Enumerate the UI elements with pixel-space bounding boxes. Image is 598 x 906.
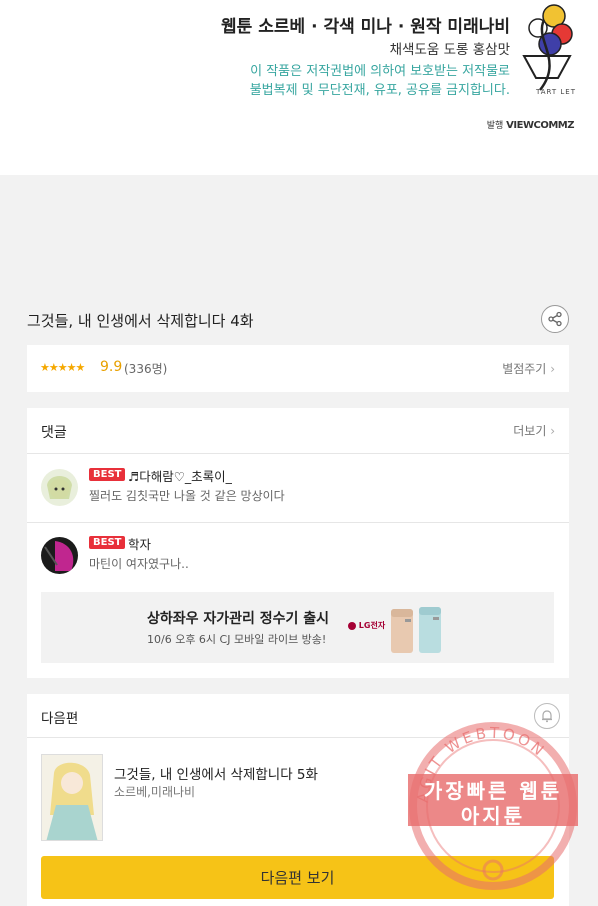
rate-label: 별점주기 [502, 362, 547, 376]
comment-text: 찔러도 김칫국만 나올 것 같은 망상이다 [89, 489, 285, 503]
rating-score: 9.9 [100, 359, 123, 375]
next-episode-header: 다음편 [27, 694, 569, 738]
credits-authors: 웹툰 소르베 · 각색 미나 · 원작 미래나비 [221, 17, 510, 37]
publisher-label: 발행 [486, 121, 504, 131]
comment-nickname: 학자 [128, 537, 152, 552]
comments-card: 댓글 더보기 › BEST ♬다해람♡_초록이_ 찔러도 김칫국만 나올 것 같… [27, 408, 569, 678]
credits-coloring: 채색도움 도롱 홍삼맛 [389, 42, 510, 58]
credits-panel: 웹툰 소르베 · 각색 미나 · 원작 미래나비 채색도움 도롱 홍삼맛 이 작… [0, 0, 598, 175]
watermark-line-2: 아지툰 [460, 804, 526, 828]
ad-title: 상하좌우 자가관리 정수기 출시 [147, 611, 330, 627]
rating-stars: ★★★★★ [40, 361, 85, 374]
more-label: 더보기 [513, 424, 547, 438]
comments-more-button[interactable]: 더보기 › [513, 422, 555, 439]
ad-brand: LG전자 [348, 620, 385, 631]
next-episode-button[interactable]: 다음편 보기 [41, 856, 554, 899]
share-icon [548, 311, 562, 327]
notification-button[interactable] [534, 703, 560, 729]
avatar [41, 469, 78, 506]
bell-icon [542, 710, 552, 723]
chevron-right-icon: › [550, 424, 555, 438]
next-episode-authors: 소르베,미래나비 [114, 785, 196, 799]
best-badge: BEST [89, 536, 126, 549]
lg-logo-icon [348, 621, 356, 630]
ad-brand-text: LG전자 [358, 621, 386, 630]
logo-text: TART LET [536, 88, 576, 96]
water-purifier-image [391, 607, 441, 653]
copyright-notice: 이 작품은 저작권법에 의하여 보호받는 저작물로 불법복제 및 무단전재, 유… [250, 62, 510, 100]
next-episode-thumbnail[interactable] [41, 754, 103, 841]
comment-text: 마틴이 여자였구나.. [89, 557, 189, 571]
copyright-line-1: 이 작품은 저작권법에 의하여 보호받는 저작물로 [250, 64, 510, 79]
ad-banner[interactable]: 상하좌우 자가관리 정수기 출시 10/6 오후 6시 CJ 모바일 라이브 방… [41, 592, 554, 663]
next-episode-title[interactable]: 그것들, 내 인생에서 삭제합니다 5화 [114, 763, 318, 783]
avatar [41, 537, 78, 574]
chevron-right-icon: › [550, 362, 555, 376]
rating-count: (336명) [124, 362, 168, 376]
studio-logo [522, 4, 573, 91]
comment-item[interactable]: BEST ♬다해람♡_초록이_ 찔러도 김칫국만 나올 것 같은 망상이다 [27, 455, 569, 523]
rating-card: ★★★★★ 9.9 (336명) 별점주기 › [27, 345, 569, 392]
publisher: 발행 VIEWCOMMZ [486, 118, 575, 131]
copyright-line-2: 불법복제 및 무단전재, 유포, 공유를 금지합니다. [249, 83, 510, 98]
share-button[interactable] [541, 305, 569, 333]
best-badge: BEST [89, 468, 126, 481]
comments-heading: 댓글 [41, 425, 67, 441]
comment-item[interactable]: BEST 학자 마틴이 여자였구나.. [27, 523, 569, 591]
next-episode-heading: 다음편 [41, 711, 79, 727]
comments-header: 댓글 더보기 › [27, 408, 569, 454]
publisher-name: VIEWCOMMZ [506, 120, 574, 131]
rate-button[interactable]: 별점주기 › [502, 360, 555, 377]
ad-subtitle: 10/6 오후 6시 CJ 모바일 라이브 방송! [147, 633, 327, 646]
episode-title: 그것들, 내 인생에서 삭제합니다 4화 [27, 312, 254, 330]
comment-nickname: ♬다해람♡_초록이_ [128, 469, 232, 484]
